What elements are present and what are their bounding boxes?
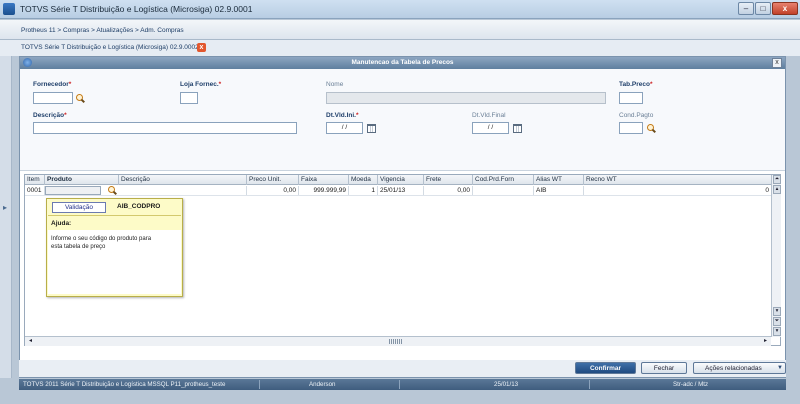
dtfinal-label: Dt.Vld.Final xyxy=(472,112,506,119)
produto-lookup-icon[interactable] xyxy=(108,186,117,195)
col-alias[interactable]: Alias WT xyxy=(534,175,584,185)
help-heading: Ajuda: xyxy=(51,220,72,227)
breadcrumb: Protheus 11 > Compras > Atualizações > A… xyxy=(0,20,800,40)
col-frete[interactable]: Frete xyxy=(424,175,473,185)
col-moeda[interactable]: Moeda xyxy=(349,175,378,185)
related-actions-label: Ações relacionadas xyxy=(705,365,762,372)
calendar-icon[interactable] xyxy=(513,124,522,133)
maximize-button[interactable]: □ xyxy=(755,2,771,15)
scroll-page-down-icon[interactable]: ⏷ xyxy=(773,317,781,326)
scroll-grip[interactable] xyxy=(389,339,403,344)
status-divider xyxy=(589,380,590,389)
row-item[interactable]: 0001 xyxy=(25,186,45,195)
scroll-right-icon[interactable]: ▸ xyxy=(761,338,770,346)
condpagto-field[interactable] xyxy=(619,122,643,134)
col-descricao[interactable]: Descrição xyxy=(119,175,247,185)
left-collapse-strip[interactable]: ▸ xyxy=(0,56,12,378)
status-date: 25/01/13 xyxy=(494,381,519,388)
dialog-close-button[interactable]: x xyxy=(772,58,782,68)
row-frete[interactable]: 0,00 xyxy=(424,186,473,195)
col-vigencia[interactable]: Vigencia xyxy=(378,175,424,185)
subheader: TOTVS Série T Distribuição e Logística (… xyxy=(0,40,800,56)
col-preco[interactable]: Preco Unit. xyxy=(247,175,299,185)
close-button[interactable]: Fechar xyxy=(641,362,687,374)
fornecedor-field[interactable] xyxy=(33,92,73,104)
grid-header: Item Produto Descrição Preco Unit. Faixa… xyxy=(25,175,771,185)
help-body: Informe o seu código do produto para est… xyxy=(48,230,181,294)
window-titlebar: TOTVS Série T Distribuição e Logística (… xyxy=(0,0,800,19)
dtini-field[interactable]: / / xyxy=(326,122,363,134)
row-divider xyxy=(25,195,771,196)
status-bar: TOTVS 2011 Série T Distribuição e Logíst… xyxy=(19,379,786,390)
row-vigencia[interactable]: 25/01/13 xyxy=(378,186,424,195)
header-form: Fornecedor* Loja Fornec.* Nome Tab.Preco… xyxy=(20,69,785,171)
close-window-button[interactable]: x xyxy=(772,2,798,15)
col-recno[interactable]: Recno WT xyxy=(584,175,771,185)
tabpreco-label: Tab.Preco* xyxy=(619,81,653,88)
dialog-titlebar: Manutencao da Tabela de Precos x xyxy=(20,57,785,69)
fornecedor-lookup-icon[interactable] xyxy=(76,94,85,103)
condpagto-lookup-icon[interactable] xyxy=(647,124,656,133)
related-actions-button[interactable]: Ações relacionadas ▼ xyxy=(693,362,786,374)
status-user: Anderson xyxy=(309,381,336,388)
help-field-name: AIB_CODPRO xyxy=(117,203,161,210)
scroll-bottom-icon[interactable]: ▾ xyxy=(773,327,781,336)
scroll-down-icon[interactable]: ▾ xyxy=(773,307,781,316)
scroll-top-icon[interactable]: ⏶ xyxy=(773,175,781,184)
scroll-up-icon[interactable]: ▴ xyxy=(773,185,781,194)
row-alias[interactable]: AIB xyxy=(534,186,584,195)
confirm-button[interactable]: Confirmar xyxy=(575,362,636,374)
produto-edit-cell[interactable] xyxy=(45,186,101,195)
vertical-scrollbar[interactable]: ⏶ ▴ ▾ ⏷ ▾ xyxy=(771,175,781,337)
status-divider xyxy=(399,380,400,389)
dtfinal-field[interactable]: / / xyxy=(472,122,509,134)
nome-field xyxy=(326,92,606,104)
descricao-label: Descrição* xyxy=(33,112,67,119)
row-codprd[interactable] xyxy=(473,186,534,195)
col-produto[interactable]: Produto xyxy=(45,175,119,185)
fornecedor-label: Fornecedor* xyxy=(33,81,72,88)
row-descricao[interactable] xyxy=(119,186,247,195)
status-system: TOTVS 2011 Série T Distribuição e Logíst… xyxy=(23,381,226,388)
row-moeda[interactable]: 1 xyxy=(349,186,378,195)
row-faixa[interactable]: 999.999,99 xyxy=(299,186,349,195)
price-table-dialog: Manutencao da Tabela de Precos x Fornece… xyxy=(19,56,786,378)
validation-tab[interactable]: Validação xyxy=(52,202,106,213)
window-title: TOTVS Série T Distribuição e Logística (… xyxy=(20,4,253,14)
row-preco[interactable]: 0,00 xyxy=(247,186,299,195)
tabpreco-field[interactable] xyxy=(619,92,643,104)
chevron-down-icon: ▼ xyxy=(777,365,783,371)
loja-field[interactable] xyxy=(180,92,198,104)
app-icon xyxy=(3,3,15,15)
col-codprd[interactable]: Cod.Prd.Forn xyxy=(473,175,534,185)
dtini-label: Dt.Vld.Ini.* xyxy=(326,112,359,119)
scroll-left-icon[interactable]: ◂ xyxy=(26,338,35,346)
descricao-field[interactable] xyxy=(33,122,297,134)
field-help-tooltip: Validação AIB_CODPRO Ajuda: Informe o se… xyxy=(46,198,183,297)
status-env: Str-adc / Mtz xyxy=(673,381,709,388)
dialog-title: Manutencao da Tabela de Precos xyxy=(351,59,454,66)
expand-arrow-icon[interactable]: ▸ xyxy=(3,203,7,212)
loja-label: Loja Fornec.* xyxy=(180,81,222,88)
breadcrumb-text[interactable]: Protheus 11 > Compras > Atualizações > A… xyxy=(21,27,184,34)
condpagto-label: Cond.Pagto xyxy=(619,112,654,119)
calendar-icon[interactable] xyxy=(367,124,376,133)
help-text: Informe o seu código do produto para est… xyxy=(51,236,152,250)
subheader-label: TOTVS Série T Distribuição e Logística (… xyxy=(21,44,199,51)
status-divider xyxy=(259,380,260,389)
row-recno[interactable]: 0 xyxy=(584,186,771,195)
horizontal-scrollbar[interactable]: ◂ ▸ xyxy=(25,336,771,346)
col-faixa[interactable]: Faixa xyxy=(299,175,349,185)
col-item[interactable]: Item xyxy=(25,175,45,185)
minimize-button[interactable]: – xyxy=(738,2,754,15)
tooltip-divider xyxy=(48,215,181,216)
close-tab-icon[interactable]: x xyxy=(197,43,206,52)
nome-label: Nome xyxy=(326,81,344,88)
